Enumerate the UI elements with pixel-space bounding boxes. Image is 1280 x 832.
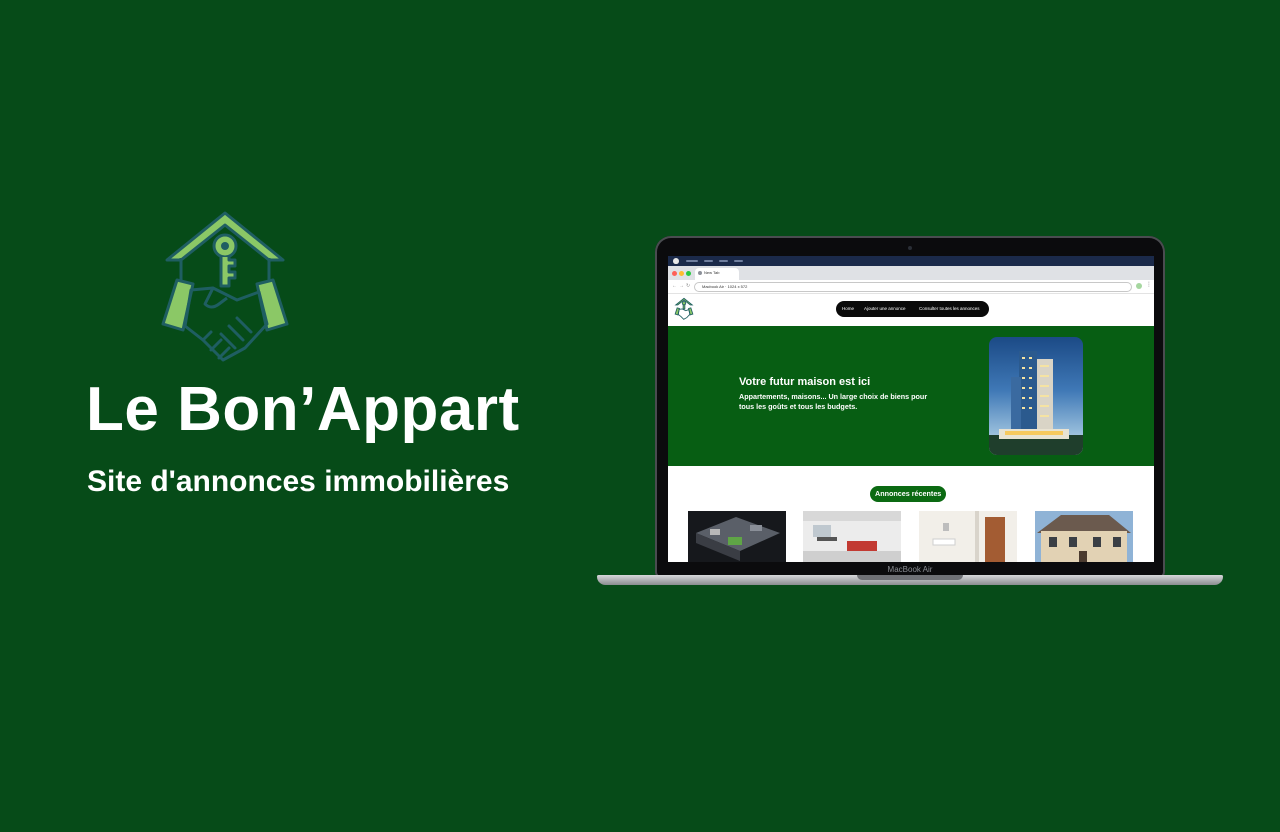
laptop-model-label: MacBook Air	[887, 565, 933, 574]
listing-card[interactable]	[688, 511, 786, 562]
brand-logo-icon	[161, 211, 289, 362]
nav-link-add-listing[interactable]: Ajouter une annonce	[864, 306, 906, 312]
browser-tab[interactable]: New Tab	[695, 268, 739, 280]
minimize-window-icon[interactable]	[679, 271, 684, 276]
extension-icon[interactable]	[1136, 283, 1142, 289]
forward-arrow-icon[interactable]: →	[679, 283, 684, 289]
apple-icon	[673, 258, 679, 264]
close-window-icon[interactable]	[672, 271, 677, 276]
recent-listings-section: Annonces récentes	[668, 466, 1154, 562]
menubar-item	[704, 260, 713, 262]
menubar-item	[686, 260, 698, 262]
tab-favicon-icon	[698, 271, 702, 275]
site-nav: Home Ajouter une annonce Consulter toute…	[836, 301, 989, 317]
mac-menubar	[668, 256, 1154, 266]
recent-listings-label: Annonces récentes	[870, 486, 947, 502]
listing-card[interactable]	[1035, 511, 1133, 562]
brand-subtitle: Site d'annonces immobilières	[87, 465, 510, 498]
site-logo-icon[interactable]	[674, 297, 694, 321]
hero-title: Votre futur maison est ici	[739, 376, 871, 388]
tab-label: New Tab	[704, 270, 720, 275]
back-arrow-icon[interactable]: ←	[672, 283, 677, 289]
site-hero: Votre futur maison est ici Appartements,…	[668, 326, 1154, 466]
listing-card[interactable]	[919, 511, 1017, 562]
site-header: Home Ajouter une annonce Consulter toute…	[668, 294, 1154, 326]
reload-icon[interactable]: ↻	[686, 283, 690, 289]
maximize-window-icon[interactable]	[686, 271, 691, 276]
nav-link-all-listings[interactable]: Consulter toutes les annonces	[919, 306, 980, 312]
menubar-item	[719, 260, 728, 262]
menubar-item	[734, 260, 743, 262]
hero-text: Appartements, maisons... Un large choix …	[739, 392, 928, 411]
nav-link-home[interactable]: Home	[842, 306, 854, 312]
address-text: Macbook Air · 1024 x 572	[702, 284, 748, 289]
camera-icon	[908, 246, 912, 250]
hero-building-image	[989, 337, 1083, 455]
browser-menu-icon[interactable]: ⋮	[1146, 282, 1152, 289]
browser-tabbar	[668, 266, 1154, 280]
laptop-screen: New Tab ← → ↻ Macbook Air · 1024 x 572 ⋮…	[668, 256, 1154, 562]
brand-title: Le Bon’Appart	[86, 375, 520, 444]
address-bar[interactable]: Macbook Air · 1024 x 572	[694, 282, 1132, 292]
laptop-notch	[857, 575, 963, 580]
listing-card[interactable]	[803, 511, 901, 562]
